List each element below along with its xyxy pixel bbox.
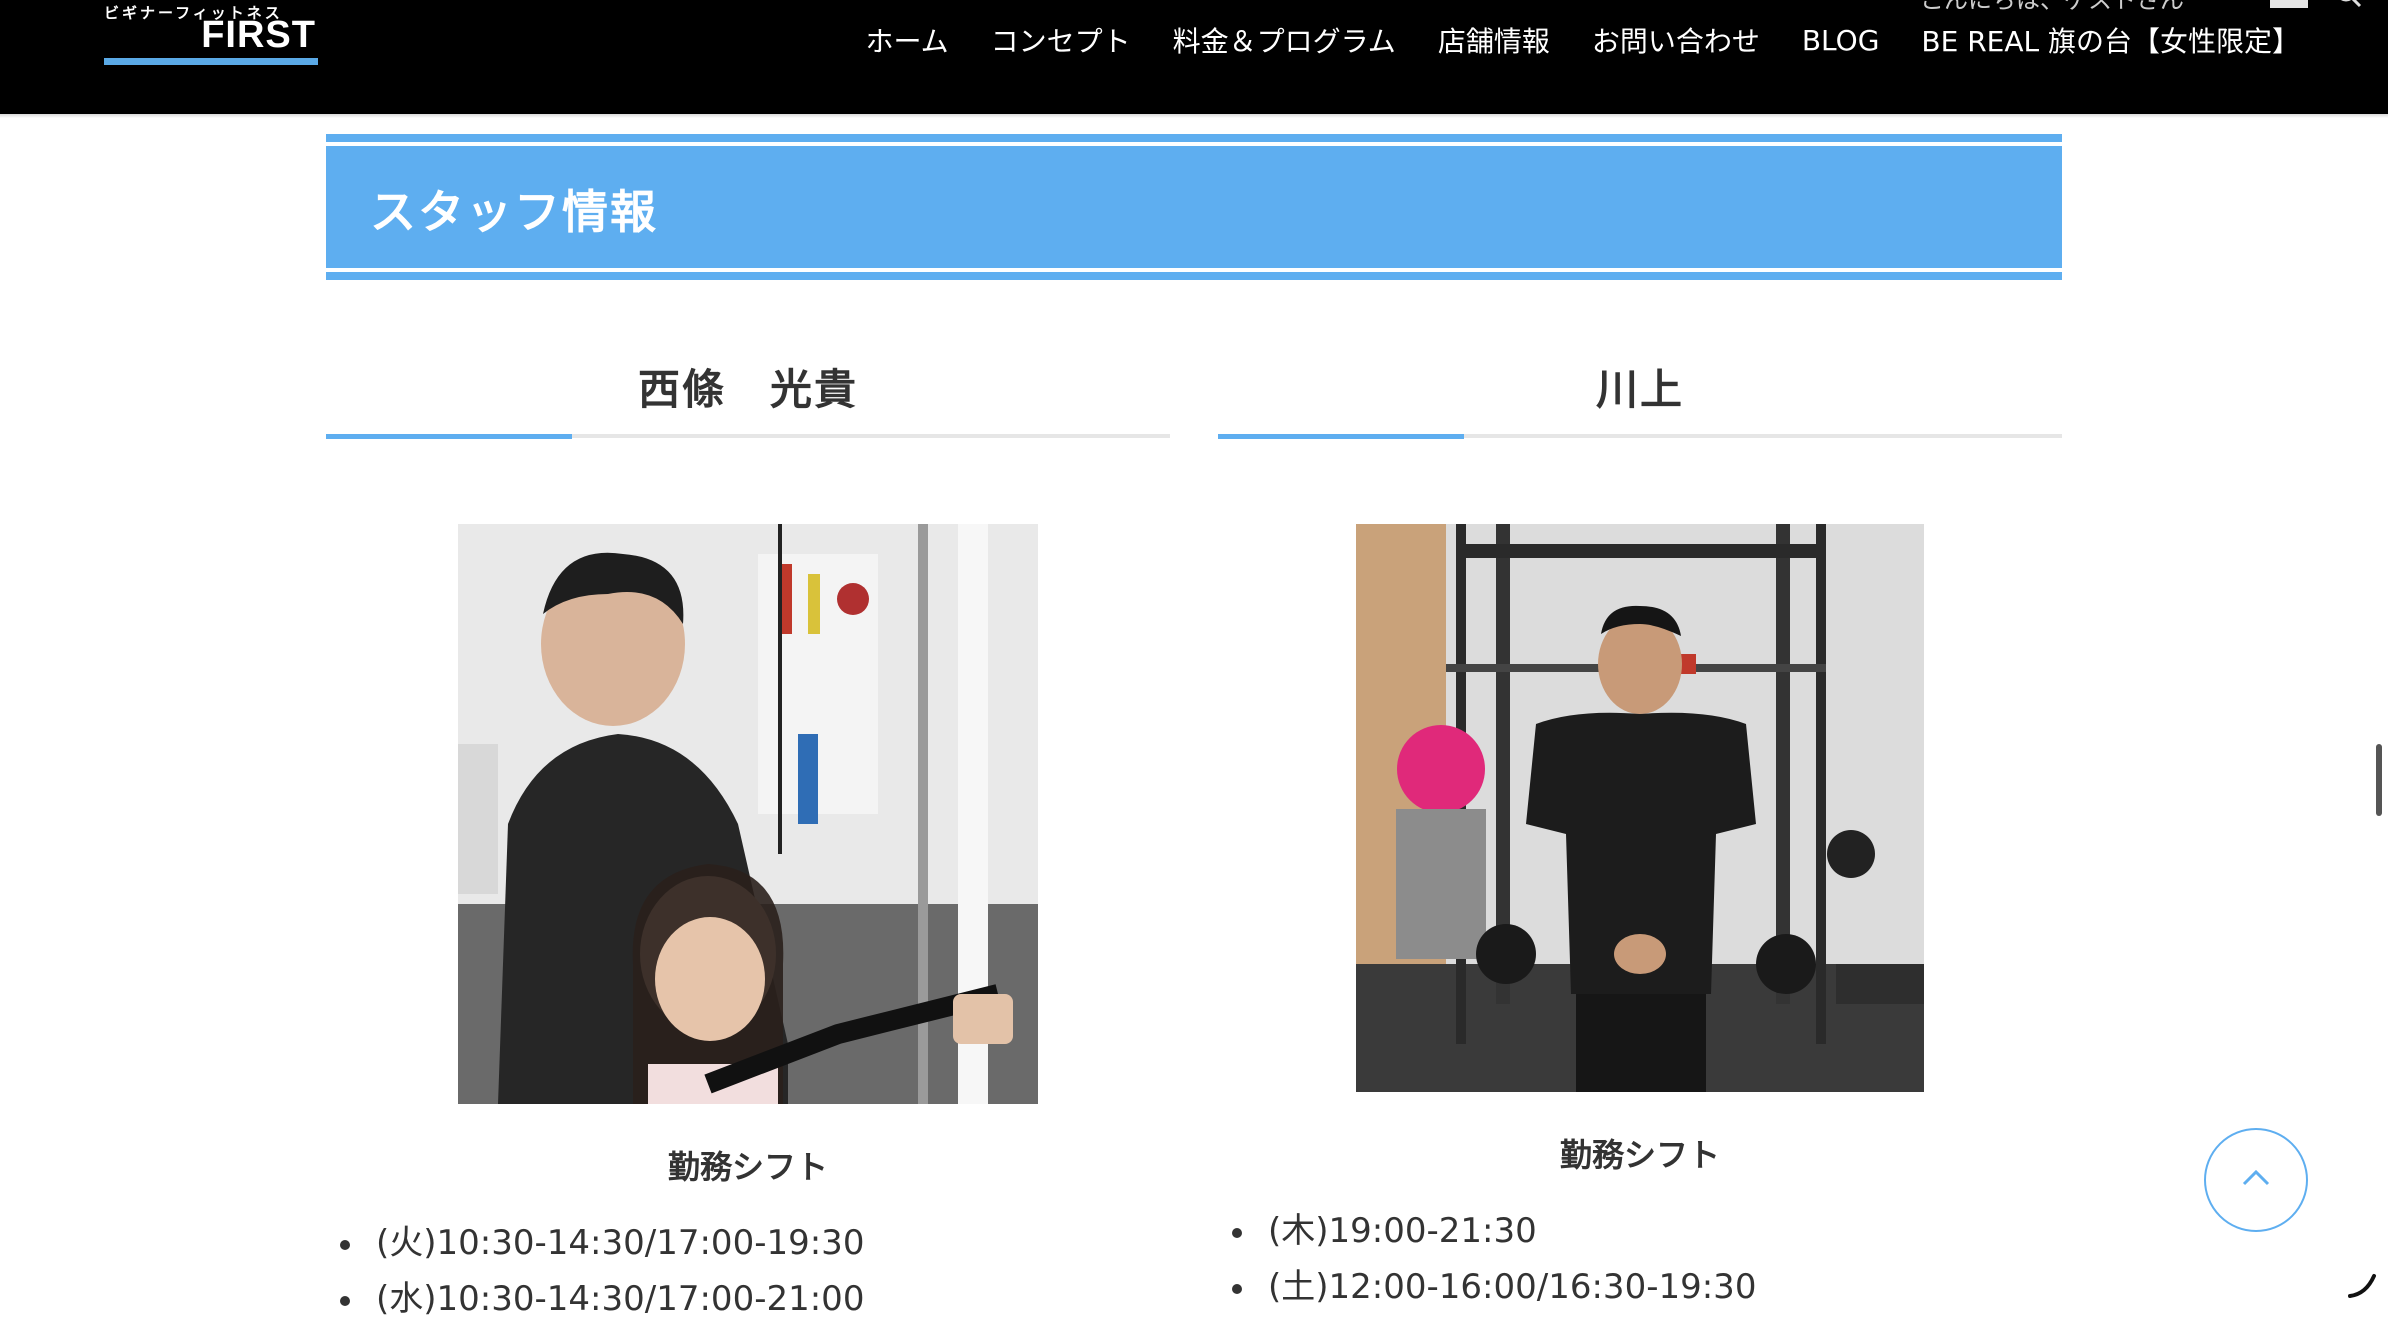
nav-contact[interactable]: お問い合わせ <box>1592 20 1760 60</box>
logo-wordmark: FIRST <box>201 14 316 56</box>
nav-pricing-program[interactable]: 料金＆プログラム <box>1173 20 1396 60</box>
shift-item: (火)10:30-14:30/17:00-19:30 <box>326 1220 864 1276</box>
shift-item: (木)19:00-21:30 <box>1218 1208 1756 1264</box>
back-to-top-button[interactable] <box>2204 1128 2308 1232</box>
nav-be-real[interactable]: BE REAL 旗の台【女性限定】 <box>1921 20 2300 60</box>
name-underline-accent <box>326 434 572 439</box>
banner-top-line <box>326 142 2062 146</box>
site-header: ビギナーフィットネス FIRST こんにちは、ゲストさん ホーム コンセプト 料… <box>0 0 2388 114</box>
nav-store-info[interactable]: 店舗情報 <box>1438 20 1550 60</box>
staff-photo <box>458 524 1038 1104</box>
shift-list: (火)10:30-14:30/17:00-19:30 (水)10:30-14:3… <box>326 1220 864 1332</box>
shift-title: 勤務シフト <box>1559 1136 1720 1174</box>
staff-card-kawakami: 川上 勤務シフト (木)19:00-21:30 (土)12:00-16:00/1… <box>1218 330 2062 1310</box>
shift-item: (土)12:00-16:00/16:30-19:30 <box>1218 1264 1756 1320</box>
logo-underline <box>104 58 318 65</box>
shift-list: (木)19:00-21:30 (土)12:00-16:00/16:30-19:3… <box>1218 1208 1756 1320</box>
loading-spinner-icon <box>2348 1274 2376 1298</box>
user-icon[interactable] <box>2270 0 2308 8</box>
banner-bottom-line <box>326 268 2062 272</box>
chevron-up-icon <box>2242 1169 2270 1186</box>
shift-title: 勤務シフト <box>667 1148 828 1186</box>
staff-photo <box>1356 524 1924 1092</box>
staff-card-nishijo: 西條 光貴 勤務シフト (火)10:30-14:30/17:00-19:30 (… <box>326 330 1170 1319</box>
name-underline-accent <box>1218 434 1464 439</box>
nav-concept[interactable]: コンセプト <box>991 20 1131 60</box>
main-nav: ホーム コンセプト 料金＆プログラム 店舗情報 お問い合わせ BLOG BE R… <box>823 18 2300 62</box>
header-shadow <box>0 114 2388 118</box>
search-icon[interactable] <box>2336 0 2362 8</box>
nav-home[interactable]: ホーム <box>865 20 948 60</box>
shift-item: (水)10:30-14:30/17:00-21:00 <box>326 1276 864 1332</box>
site-logo[interactable]: ビギナーフィットネス FIRST <box>104 0 320 68</box>
scrollbar-thumb[interactable] <box>2376 744 2382 816</box>
section-banner: スタッフ情報 <box>326 134 2062 280</box>
staff-name: 川上 <box>1595 365 1684 414</box>
section-title: スタッフ情報 <box>370 185 658 239</box>
staff-name: 西條 光貴 <box>637 365 858 414</box>
greeting-text: こんにちは、ゲストさん <box>1920 0 2184 14</box>
nav-blog[interactable]: BLOG <box>1802 24 1880 57</box>
